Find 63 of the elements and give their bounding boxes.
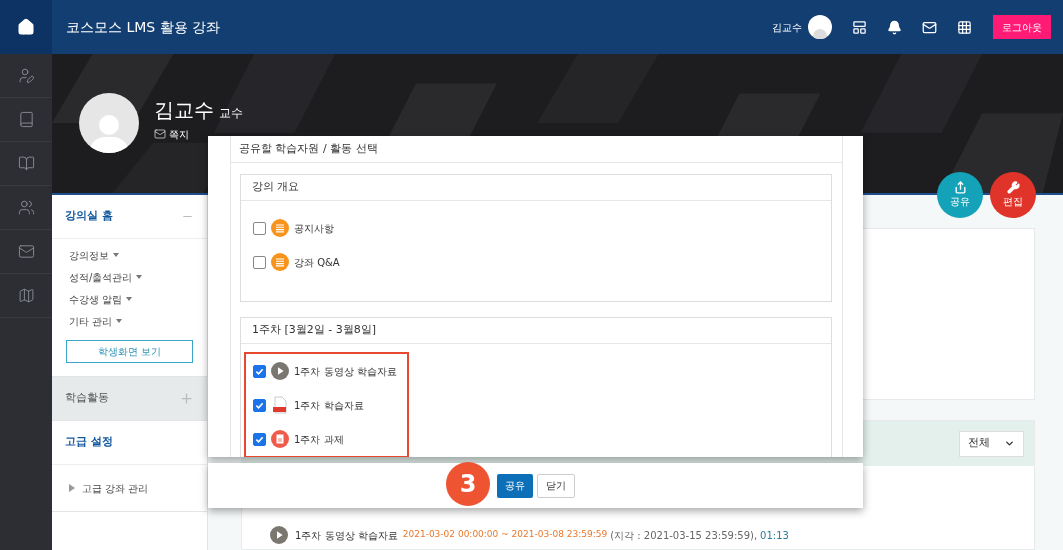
- activity-period: 2021-03-02 00:00:00 ~ 2021-03-08 23:59:59: [402, 528, 608, 542]
- student-view-button[interactable]: 학생화면 보기: [66, 340, 193, 363]
- checkbox[interactable]: [253, 255, 266, 269]
- filter-select[interactable]: 전체: [959, 430, 1024, 457]
- caret-icon: [136, 275, 143, 279]
- checkbox[interactable]: [253, 221, 266, 235]
- list-icon: [271, 219, 289, 237]
- map-icon[interactable]: [17, 287, 35, 304]
- caret-icon: [126, 297, 133, 301]
- late-deadline: (지각 : 2021-03-15 23:59:59),: [610, 528, 758, 543]
- notification-icon[interactable]: [887, 19, 902, 35]
- play-icon: [270, 526, 288, 544]
- resource-label: 1주차 과제: [294, 432, 344, 447]
- panel-icon[interactable]: [852, 19, 867, 35]
- caret-icon: [113, 253, 119, 257]
- home-icon: [17, 18, 35, 36]
- document-icon: [271, 430, 289, 448]
- sidebar-item[interactable]: 고급 강좌 관리: [52, 477, 207, 499]
- sidebar-item[interactable]: 성적/출석관리: [52, 266, 207, 288]
- section-header[interactable]: 학습활동: [52, 377, 207, 420]
- activity-title[interactable]: 1주차 동영상 학습자료: [295, 527, 398, 543]
- pdf-file-icon: [271, 396, 289, 414]
- checkbox[interactable]: [253, 432, 266, 446]
- mail-icon[interactable]: [922, 19, 937, 35]
- wrench-icon: [1006, 181, 1020, 194]
- caret-icon: [116, 319, 123, 323]
- list-icon: [271, 253, 289, 271]
- share-confirm-button[interactable]: 공유: [496, 473, 533, 498]
- section-link[interactable]: 고급 설정: [52, 421, 207, 464]
- checkbox[interactable]: [253, 398, 266, 412]
- triangle-icon: [69, 484, 75, 492]
- person-edit-icon[interactable]: [17, 67, 35, 84]
- resource-label: 공지사항: [294, 221, 334, 236]
- duration: 01:13: [760, 528, 789, 543]
- logout-button[interactable]: 로그아웃: [993, 15, 1051, 39]
- section-title: 강의 개요: [241, 175, 831, 201]
- play-icon: [271, 362, 289, 380]
- home-button[interactable]: [0, 0, 52, 54]
- section-title: 1주차 [3월2일 - 3월8일]: [241, 318, 831, 344]
- section-link[interactable]: 강의실 홈: [52, 195, 207, 238]
- users-icon[interactable]: [17, 199, 35, 216]
- resource-label: 1주차 학습자료: [294, 398, 364, 413]
- profile-name: 김교수: [154, 96, 214, 124]
- profile-role: 교수: [219, 104, 243, 122]
- share-icon: [953, 181, 967, 194]
- mail-icon: [154, 128, 166, 140]
- sidebar-item[interactable]: 기타 관리: [52, 310, 207, 332]
- apps-icon[interactable]: [957, 19, 972, 35]
- sidebar-item[interactable]: 수강생 알림: [52, 288, 207, 310]
- message-link[interactable]: 쪽지: [169, 126, 189, 142]
- avatar[interactable]: [808, 15, 832, 39]
- book-icon[interactable]: [17, 111, 35, 128]
- checkbox[interactable]: [253, 364, 266, 378]
- open-book-icon[interactable]: [17, 155, 35, 172]
- edit-button[interactable]: 편집: [990, 172, 1036, 218]
- modal-title: 공유할 학습자원 / 활동 선택: [231, 136, 842, 163]
- resource-label: 강좌 Q&A: [294, 255, 340, 270]
- close-button[interactable]: 닫기: [536, 473, 575, 498]
- course-title: 코스모스 LMS 활용 강좌: [66, 17, 221, 37]
- sidebar-item[interactable]: 강의정보: [52, 244, 207, 266]
- chevron-icon: [1004, 438, 1015, 449]
- resource-label: 1주차 동영상 학습자료: [294, 364, 397, 379]
- user-name: 김교수: [772, 20, 802, 35]
